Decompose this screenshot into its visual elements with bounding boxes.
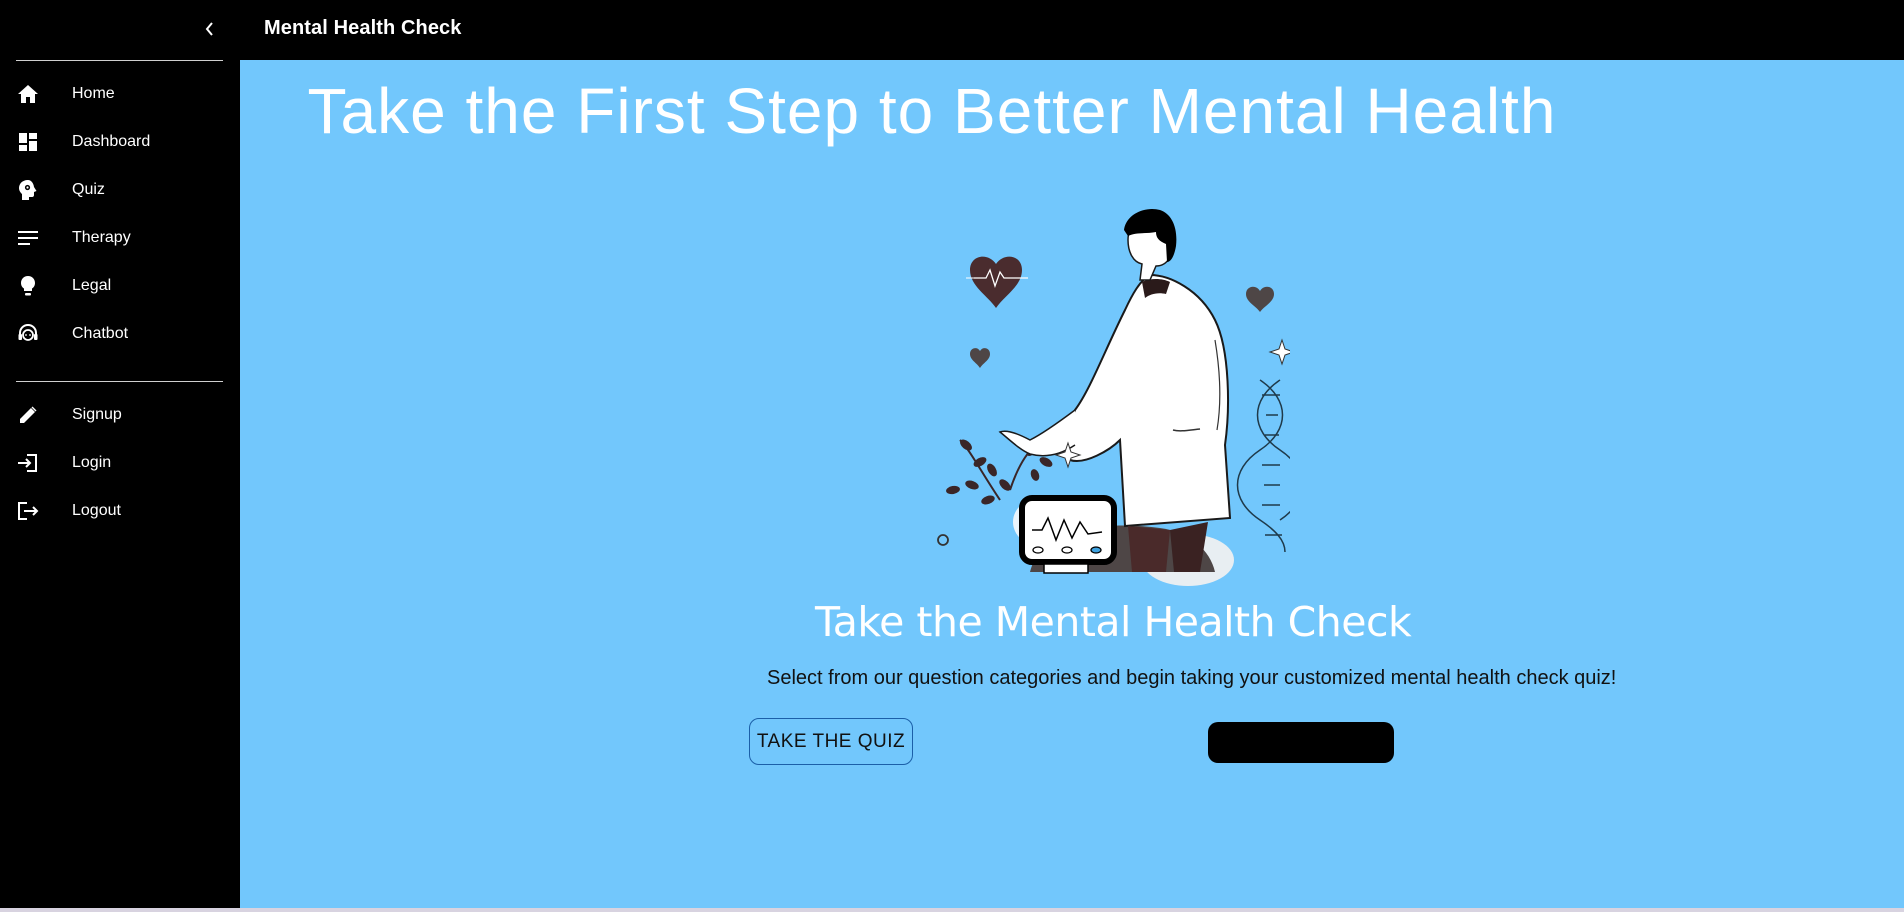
sidebar-item-login[interactable]: Login xyxy=(0,439,240,487)
sidebar-item-label: Legal xyxy=(72,277,112,294)
sidebar-item-signup[interactable]: Signup xyxy=(0,391,240,439)
sidebar-item-label: Dashboard xyxy=(72,133,151,150)
drawer-divider-bottom xyxy=(16,381,223,382)
navigation-drawer: Home Dashboard Quiz Therapy Legal Chatbo… xyxy=(0,0,240,908)
pencil-icon xyxy=(16,403,40,427)
sidebar-item-label: Home xyxy=(72,85,115,102)
sidebar-item-logout[interactable]: Logout xyxy=(0,487,240,535)
support-agent-icon xyxy=(16,322,40,346)
psychology-icon xyxy=(16,178,40,202)
section-title: Take the Mental Health Check xyxy=(815,598,1412,646)
take-quiz-button[interactable]: TAKE THE QUIZ xyxy=(749,718,913,765)
hero-title: Take the First Step to Better Mental Hea… xyxy=(307,75,1557,147)
sidebar-item-therapy[interactable]: Therapy xyxy=(0,214,240,262)
sidebar-item-dashboard[interactable]: Dashboard xyxy=(0,118,240,166)
lightbulb-icon xyxy=(16,274,40,298)
sidebar-item-label: Therapy xyxy=(72,229,131,246)
sidebar-item-legal[interactable]: Legal xyxy=(0,262,240,310)
sidebar-item-label: Login xyxy=(72,454,112,471)
sidebar-item-label: Logout xyxy=(72,502,121,519)
secondary-action-button[interactable] xyxy=(1208,722,1394,763)
sidebar-item-chatbot[interactable]: Chatbot xyxy=(0,310,240,358)
bottom-edge xyxy=(0,908,1904,912)
home-icon xyxy=(16,82,40,106)
dashboard-icon xyxy=(16,130,40,154)
notes-icon xyxy=(16,226,40,250)
main-content: Take the First Step to Better Mental Hea… xyxy=(240,60,1904,908)
sidebar-item-quiz[interactable]: Quiz xyxy=(0,166,240,214)
app-title: Mental Health Check xyxy=(264,17,462,39)
collapse-drawer-button[interactable] xyxy=(198,15,222,43)
sidebar-item-label: Signup xyxy=(72,406,122,423)
chevron-left-icon xyxy=(205,22,213,36)
sidebar-item-home[interactable]: Home xyxy=(0,70,240,118)
section-description: Select from our question categories and … xyxy=(767,667,1617,689)
doctor-illustration xyxy=(937,208,1290,586)
sidebar-item-label: Chatbot xyxy=(72,325,129,342)
drawer-divider-top xyxy=(16,60,223,61)
app-bar: Mental Health Check xyxy=(240,0,1904,60)
sidebar-item-label: Quiz xyxy=(72,181,105,198)
logout-icon xyxy=(16,499,40,523)
login-icon xyxy=(16,451,40,475)
